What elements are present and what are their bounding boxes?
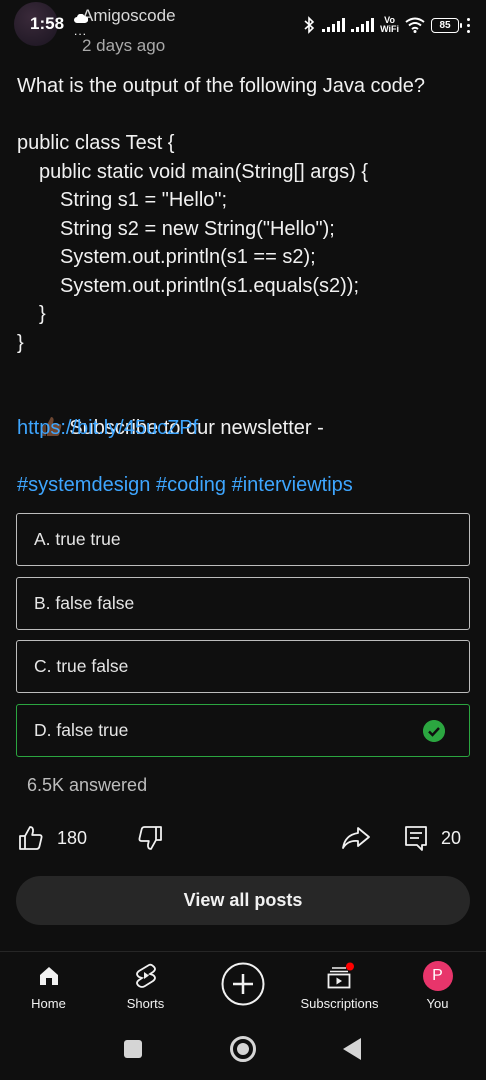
option-label: D. false true	[34, 719, 129, 740]
nav-shorts[interactable]: Shorts	[97, 960, 194, 1011]
battery-icon: 85	[431, 17, 462, 33]
check-circle-icon	[423, 719, 445, 742]
code-line: String s1 = "Hello";	[60, 189, 228, 211]
status-bar: Amigoscode 2 days ago 1:58 ... Vo WiFi 8…	[0, 0, 486, 55]
post-body: What is the output of the following Java…	[17, 72, 475, 500]
quiz-option-c[interactable]: C. true false	[16, 640, 470, 693]
thumbs-up-icon	[19, 826, 43, 850]
vowifi-icon: Vo WiFi	[380, 16, 399, 34]
signal-strength-1-icon	[322, 18, 346, 32]
hashtag-link[interactable]: #interviewtips	[232, 474, 353, 496]
code-line: }	[17, 331, 24, 354]
shorts-icon	[135, 963, 156, 988]
code-line: public class Test {	[17, 132, 175, 154]
like-button[interactable]: 180	[17, 824, 87, 852]
option-label: B. false false	[34, 592, 135, 613]
answered-count: 6.5K answered	[27, 775, 148, 795]
nav-you[interactable]: P You	[389, 960, 486, 1011]
more-options-icon[interactable]	[465, 17, 472, 33]
option-label: C. true false	[34, 656, 129, 676]
option-label: A. true true	[34, 529, 121, 549]
comment-count: 20	[441, 827, 462, 848]
nav-home-label: Home	[31, 996, 66, 1011]
code-line: System.out.println(s1 == s2);	[60, 246, 316, 268]
nav-shorts-label: Shorts	[126, 996, 165, 1011]
channel-name[interactable]: Amigoscode	[82, 6, 176, 26]
hashtags: #systemdesign #coding #interviewtips	[17, 471, 475, 500]
bottom-navigation: Home Shorts Subscriptions P You	[0, 951, 486, 1021]
user-avatar: P	[422, 961, 453, 991]
view-all-posts-button[interactable]: View all posts	[16, 876, 470, 925]
nav-subscriptions[interactable]: Subscriptions	[291, 960, 388, 1011]
home-button-icon[interactable]	[229, 1035, 257, 1063]
like-count: 180	[57, 827, 88, 848]
nav-home[interactable]: Home	[0, 960, 97, 1011]
nav-create[interactable]	[194, 962, 291, 1006]
comments-button[interactable]: 20	[403, 824, 461, 852]
hashtag-link[interactable]: #systemdesign	[17, 474, 150, 496]
share-button[interactable]	[341, 824, 371, 852]
code-line: String s2 = new String("Hello");	[60, 217, 335, 240]
dislike-button[interactable]	[136, 824, 164, 852]
code-line: System.out.println(s1.equals(s2));	[60, 274, 360, 297]
status-time: 1:58	[30, 14, 65, 33]
nav-you-label: You	[426, 996, 449, 1011]
post-time-ago: 2 days ago	[82, 36, 166, 55]
vowifi-bottom-label: WiFi	[380, 24, 399, 34]
code-line: }	[39, 303, 46, 325]
wifi-icon	[405, 17, 425, 33]
quiz-option-d[interactable]: D. false true	[16, 703, 470, 757]
bluetooth-icon	[304, 16, 315, 34]
nav-subscriptions-label: Subscriptions	[300, 996, 379, 1011]
quiz-option-b[interactable]: B. false false	[16, 576, 470, 630]
code-line: public static void main(String[] args) {	[39, 160, 369, 183]
quiz-option-a[interactable]: A. true true	[16, 513, 470, 566]
back-icon[interactable]	[341, 1037, 363, 1061]
cloud-icon	[74, 14, 88, 23]
post-actions: 180 20	[0, 820, 486, 860]
signal-strength-2-icon	[351, 18, 375, 32]
thumbs-down-icon	[138, 826, 162, 850]
share-icon	[342, 827, 370, 849]
status-icons: Vo WiFi 85	[303, 12, 472, 38]
comment-icon	[405, 826, 427, 851]
recent-apps-icon[interactable]	[123, 1039, 143, 1059]
home-icon	[39, 967, 58, 985]
subscriptions-icon	[327, 962, 354, 989]
post-question: What is the output of the following Java…	[17, 75, 426, 97]
create-plus-icon	[221, 962, 264, 1006]
quiz-options: A. true true B. false false C. true fals…	[16, 513, 470, 767]
system-navigation-bar	[0, 1021, 486, 1080]
subscribe-line: Subscribe to our newsletter -	[17, 386, 475, 439]
hashtag-link[interactable]: #coding	[156, 474, 226, 496]
more-notifications-indicator: ...	[74, 24, 88, 38]
notification-dot	[345, 962, 354, 971]
